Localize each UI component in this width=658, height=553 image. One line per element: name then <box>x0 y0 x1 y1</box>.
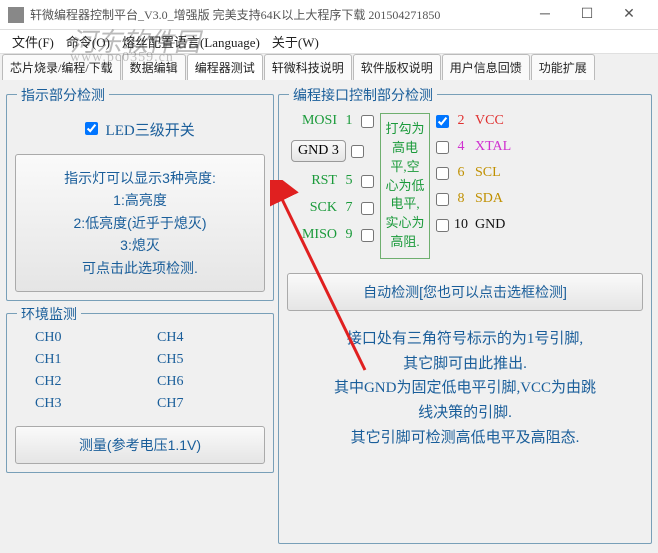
pin-miso: MISO <box>291 227 337 243</box>
env-ch4: CH4 <box>157 330 245 346</box>
env-ch1: CH1 <box>35 352 123 368</box>
tabbar: 芯片烧录/编程/下载 数据编辑 编程器测试 轩微科技说明 软件版权说明 用户信息… <box>0 54 658 80</box>
env-ch3: CH3 <box>35 396 123 412</box>
led-label: LED三级开关 <box>106 123 195 139</box>
info-line: 可点击此选项检测. <box>82 260 198 276</box>
info-line: 其它脚可由此推出. <box>403 356 527 372</box>
env-group: 环境监测 CH0 CH4 CH1 CH5 CH2 CH6 CH3 CH7 测量(… <box>6 313 274 473</box>
pin-7-checkbox[interactable] <box>361 202 374 215</box>
pin-xtal: XTAL <box>473 139 511 155</box>
tab-tech[interactable]: 轩微科技说明 <box>264 54 352 80</box>
pin-2-checkbox[interactable] <box>436 115 449 128</box>
pin-5: 5 <box>342 173 356 189</box>
tab-feedback[interactable]: 用户信息回馈 <box>442 54 530 80</box>
env-ch6: CH6 <box>157 374 245 390</box>
port-info: 接口处有三角符号标示的为1号引脚, 其它脚可由此推出. 其中GND为固定低电平引… <box>287 311 643 467</box>
pin-rst: RST <box>291 173 337 189</box>
port-group: 编程接口控制部分检测 MOSI1 GND 3 RST5 SCK7 MISO9 打… <box>278 94 652 544</box>
pin-8: 8 <box>454 191 468 207</box>
pin-9: 9 <box>342 227 356 243</box>
env-ch2: CH2 <box>35 374 123 390</box>
env-ch0: CH0 <box>35 330 123 346</box>
window-title: 轩微编程器控制平台_V3.0_增强版 完美支持64K以上大程序下载 201504… <box>30 6 524 23</box>
pin-10: 10 <box>454 217 468 233</box>
indicator-group: 指示部分检测 LED三级开关 指示灯可以显示3种亮度: 1:高亮度 2:低亮度(… <box>6 94 274 301</box>
info-line: 1:高亮度 <box>113 192 167 208</box>
tab-burn[interactable]: 芯片烧录/编程/下载 <box>2 54 121 80</box>
pin-gnd-button[interactable]: GND 3 <box>291 140 346 162</box>
pin-4: 4 <box>454 139 468 155</box>
env-legend: 环境监测 <box>17 304 81 324</box>
info-line: 线决策的引脚. <box>418 405 512 421</box>
app-icon <box>8 7 24 23</box>
pin-6: 6 <box>454 165 468 181</box>
menu-cmd[interactable]: 命令(O) <box>60 30 116 53</box>
tab-ext[interactable]: 功能扩展 <box>531 54 595 80</box>
auto-detect-button[interactable]: 自动检测[您也可以点击选框检测] <box>287 273 643 311</box>
pin-sck: SCK <box>291 200 337 216</box>
env-ch7: CH7 <box>157 396 245 412</box>
tab-data[interactable]: 数据编辑 <box>122 54 186 80</box>
measure-button[interactable]: 测量(参考电压1.1V) <box>15 426 265 464</box>
info-line: 接口处有三角符号标示的为1号引脚, <box>347 331 583 347</box>
pin-2: 2 <box>454 113 468 129</box>
maximize-button[interactable]: ☐ <box>566 1 608 29</box>
pin-sda: SDA <box>473 191 503 207</box>
indicator-legend: 指示部分检测 <box>17 85 109 105</box>
info-line: 2:低亮度(近乎于熄灭) <box>74 215 207 231</box>
info-line: 其它引脚可检测高低电平及高阻态. <box>351 430 580 446</box>
pin-vcc: VCC <box>473 113 504 129</box>
info-line: 其中GND为固定低电平引脚,VCC为由跳 <box>334 380 596 396</box>
pin-gnd-r: GND <box>473 217 505 233</box>
pin-8-checkbox[interactable] <box>436 193 449 206</box>
menu-file[interactable]: 文件(F) <box>6 30 60 53</box>
minimize-button[interactable]: ─ <box>524 1 566 29</box>
env-ch5: CH5 <box>157 352 245 368</box>
info-line: 指示灯可以显示3种亮度: <box>64 170 216 186</box>
tab-test[interactable]: 编程器测试 <box>187 54 263 80</box>
led-checkbox[interactable] <box>85 122 98 135</box>
info-line: 3:熄灭 <box>120 237 160 253</box>
pin-7: 7 <box>342 200 356 216</box>
pin-1: 1 <box>342 113 356 129</box>
pin-6-checkbox[interactable] <box>436 167 449 180</box>
menu-lang[interactable]: 熔丝配置语言(Language) <box>116 30 266 53</box>
pin-5-checkbox[interactable] <box>361 175 374 188</box>
pin-mosi: MOSI <box>291 113 337 129</box>
indicator-info-button[interactable]: 指示灯可以显示3种亮度: 1:高亮度 2:低亮度(近乎于熄灭) 3:熄灭 可点击… <box>15 154 265 292</box>
close-button[interactable]: ✕ <box>608 1 650 29</box>
menu-about[interactable]: 关于(W) <box>266 30 325 53</box>
pin-scl: SCL <box>473 165 501 181</box>
pin-10-checkbox[interactable] <box>436 219 449 232</box>
titlebar: 轩微编程器控制平台_V3.0_增强版 完美支持64K以上大程序下载 201504… <box>0 0 658 30</box>
port-legend: 编程接口控制部分检测 <box>289 85 437 105</box>
tab-copyright[interactable]: 软件版权说明 <box>353 54 441 80</box>
pin-3-checkbox[interactable] <box>351 145 364 158</box>
pin-9-checkbox[interactable] <box>361 229 374 242</box>
pin-1-checkbox[interactable] <box>361 115 374 128</box>
pin-4-checkbox[interactable] <box>436 141 449 154</box>
menubar: 文件(F) 命令(O) 熔丝配置语言(Language) 关于(W) <box>0 30 658 54</box>
pin-note: 打勾为高电平,空心为低电平,实心为高阻. <box>380 113 430 259</box>
